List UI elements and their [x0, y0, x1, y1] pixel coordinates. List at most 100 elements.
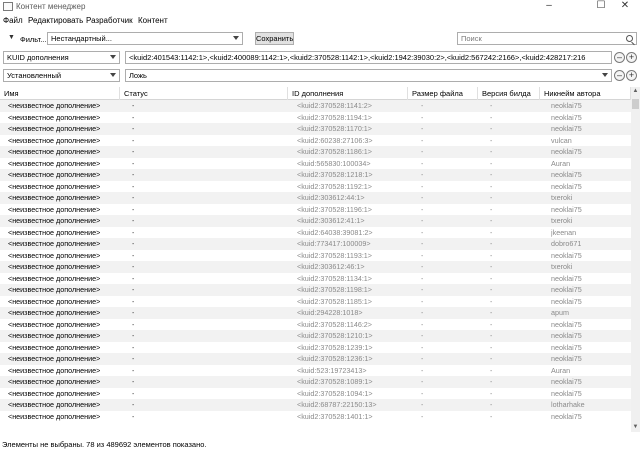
- cell-status: -: [132, 158, 135, 168]
- cell-file-size: -: [421, 296, 424, 306]
- cell-file-size: -: [421, 411, 424, 421]
- window-title: Контент менеджер: [16, 2, 86, 11]
- cell-status: -: [132, 170, 135, 179]
- table-row[interactable]: <неизвестное дополнение> - <kuid2:370528:1…: [0, 181, 640, 193]
- table-row[interactable]: <неизвестное дополнение> - <kuid2:303612:4…: [0, 215, 640, 227]
- cell-kuid: <kuid:294228:1018>: [297, 308, 363, 317]
- column-header-author[interactable]: Никнейм автора: [540, 87, 631, 100]
- cell-author: neoklai75: [551, 296, 582, 306]
- table-row[interactable]: <неизвестное дополнение> - <kuid2:370528:1…: [0, 388, 640, 400]
- table-row[interactable]: <неизвестное дополнение> - <kuid2:370528:1…: [0, 376, 640, 388]
- table-row[interactable]: <неизвестное дополнение> - <kuid2:370528:1…: [0, 169, 640, 181]
- menu-edit[interactable]: Редактировать: [28, 16, 83, 25]
- cell-name: <неизвестное дополнение>: [8, 193, 101, 202]
- filter-field-dropdown[interactable]: Установленный: [3, 69, 120, 82]
- table-row[interactable]: <неизвестное дополнение> - <kuid2:370528:1…: [0, 146, 640, 158]
- cell-kuid: <kuid2:370528:1196:1>: [297, 204, 373, 214]
- cell-kuid: <kuid:565830:100034>: [297, 158, 371, 168]
- table-row[interactable]: <неизвестное дополнение> - <kuid:773417:10…: [0, 238, 640, 250]
- table-row[interactable]: <неизвестное дополнение> - <kuid2:68787:22…: [0, 399, 640, 411]
- cell-file-size: -: [421, 193, 424, 202]
- cell-kuid: <kuid2:370528:1089:1>: [297, 377, 373, 386]
- table-row[interactable]: <неизвестное дополнение> - <kuid:523:19723…: [0, 365, 640, 377]
- menu-file[interactable]: Файл: [3, 16, 23, 25]
- column-header-kuid[interactable]: ID дополнения: [288, 87, 408, 100]
- menu-content[interactable]: Контент: [138, 16, 168, 25]
- cell-name: <неизвестное дополнение>: [8, 331, 101, 340]
- table-row[interactable]: <неизвестное дополнение> - <kuid:565830:10…: [0, 158, 640, 170]
- filter-field-dropdown[interactable]: KUID дополнения: [3, 51, 120, 64]
- filter-value-input[interactable]: <kuid2:401543:1142:1>,<kuid2:400089:1142…: [125, 51, 612, 64]
- table-row[interactable]: <неизвестное дополнение> - <kuid2:303612:4…: [0, 261, 640, 273]
- filter-field-value: KUID дополнения: [7, 53, 69, 62]
- cell-file-size: -: [421, 158, 424, 168]
- table-row[interactable]: <неизвестное дополнение> - <kuid2:370528:1…: [0, 319, 640, 331]
- filter-toggle-icon[interactable]: ▼: [8, 34, 15, 41]
- table-row[interactable]: <неизвестное дополнение> - <kuid2:370528:1…: [0, 296, 640, 308]
- table-row[interactable]: <неизвестное дополнение> - <kuid2:370528:1…: [0, 100, 640, 112]
- cell-kuid: <kuid2:303612:44:1>: [297, 193, 365, 202]
- cell-file-size: -: [421, 273, 424, 283]
- cell-status: -: [132, 365, 135, 375]
- table-row[interactable]: <неизвестное дополнение> - <kuid2:370528:1…: [0, 273, 640, 285]
- column-header-build[interactable]: Версия билда: [478, 87, 540, 100]
- cell-name: <неизвестное дополнение>: [8, 204, 101, 214]
- table-row[interactable]: <неизвестное дополнение> - <kuid2:370528:1…: [0, 330, 640, 342]
- cell-author: dobro671: [551, 239, 582, 248]
- table-row[interactable]: <неизвестное дополнение> - <kuid2:370528:1…: [0, 250, 640, 262]
- search-icon[interactable]: [626, 35, 633, 42]
- table-row[interactable]: <неизвестное дополнение> - <kuid2:60238:27…: [0, 135, 640, 147]
- menu-developer[interactable]: Разработчик: [86, 16, 133, 25]
- search-input[interactable]: Поиск: [457, 32, 637, 45]
- scroll-up-icon[interactable]: ▲: [631, 87, 640, 96]
- cell-kuid: <kuid2:64038:39081:2>: [297, 227, 373, 237]
- cell-author: neoklai75: [551, 204, 582, 214]
- chevron-down-icon: [602, 73, 608, 77]
- scrollbar-thumb[interactable]: [632, 99, 639, 109]
- table-row[interactable]: <неизвестное дополнение> - <kuid2:370528:1…: [0, 204, 640, 216]
- vertical-scrollbar[interactable]: ▲ ▼: [631, 87, 640, 432]
- cell-author: apum: [551, 308, 569, 317]
- title-bar: Контент менеджер – ☐ ✕: [0, 0, 640, 14]
- remove-filter-button[interactable]: –: [614, 70, 625, 81]
- cell-file-size: -: [421, 262, 424, 271]
- cell-author: neoklai75: [551, 273, 582, 283]
- column-header-name[interactable]: Имя: [0, 87, 120, 100]
- remove-filter-button[interactable]: –: [614, 52, 625, 63]
- cell-status: -: [132, 262, 135, 271]
- add-filter-button[interactable]: +: [626, 70, 637, 81]
- column-header-file-size[interactable]: Размер файла: [408, 87, 478, 100]
- table-row[interactable]: <неизвестное дополнение> - <kuid2:370528:1…: [0, 342, 640, 354]
- add-filter-button[interactable]: +: [626, 52, 637, 63]
- cell-name: <неизвестное дополнение>: [8, 273, 101, 283]
- cell-author: neoklai75: [551, 112, 582, 122]
- cell-build: -: [490, 365, 493, 375]
- table-row[interactable]: <неизвестное дополнение> - <kuid2:64038:39…: [0, 227, 640, 239]
- cell-file-size: -: [421, 181, 424, 191]
- column-header-status[interactable]: Статус: [120, 87, 288, 100]
- table-row[interactable]: <неизвестное дополнение> - <kuid2:303612:4…: [0, 192, 640, 204]
- cell-name: <неизвестное дополнение>: [8, 158, 101, 168]
- table-row[interactable]: <неизвестное дополнение> - <kuid:294228:10…: [0, 307, 640, 319]
- cell-file-size: -: [421, 170, 424, 179]
- cell-author: neoklai75: [551, 250, 582, 260]
- cell-status: -: [132, 342, 135, 352]
- minimize-button[interactable]: –: [534, 0, 564, 14]
- filter-preset-dropdown[interactable]: Нестандартный...: [47, 32, 243, 45]
- cell-kuid: <kuid2:370528:1239:1>: [297, 342, 373, 352]
- close-button[interactable]: ✕: [610, 0, 640, 14]
- scroll-down-icon[interactable]: ▼: [631, 423, 640, 432]
- cell-file-size: -: [421, 308, 424, 317]
- cell-kuid: <kuid2:370528:1141:2>: [297, 101, 373, 110]
- filter-value-dropdown[interactable]: Ложь: [125, 69, 612, 82]
- save-button[interactable]: Сохранить: [255, 32, 294, 45]
- table-row[interactable]: <неизвестное дополнение> - <kuid2:370528:1…: [0, 123, 640, 135]
- table-row[interactable]: <неизвестное дополнение> - <kuid2:370528:1…: [0, 353, 640, 365]
- table-row[interactable]: <неизвестное дополнение> - <kuid2:370528:1…: [0, 284, 640, 296]
- cell-status: -: [132, 377, 135, 386]
- table-row[interactable]: <неизвестное дополнение> - <kuid2:370528:1…: [0, 112, 640, 124]
- table-row[interactable]: <неизвестное дополнение> - <kuid2:370528:1…: [0, 411, 640, 423]
- cell-name: <неизвестное дополнение>: [8, 262, 101, 271]
- cell-kuid: <kuid2:68787:22150:13>: [297, 400, 377, 409]
- cell-kuid: <kuid2:370528:1218:1>: [297, 170, 373, 179]
